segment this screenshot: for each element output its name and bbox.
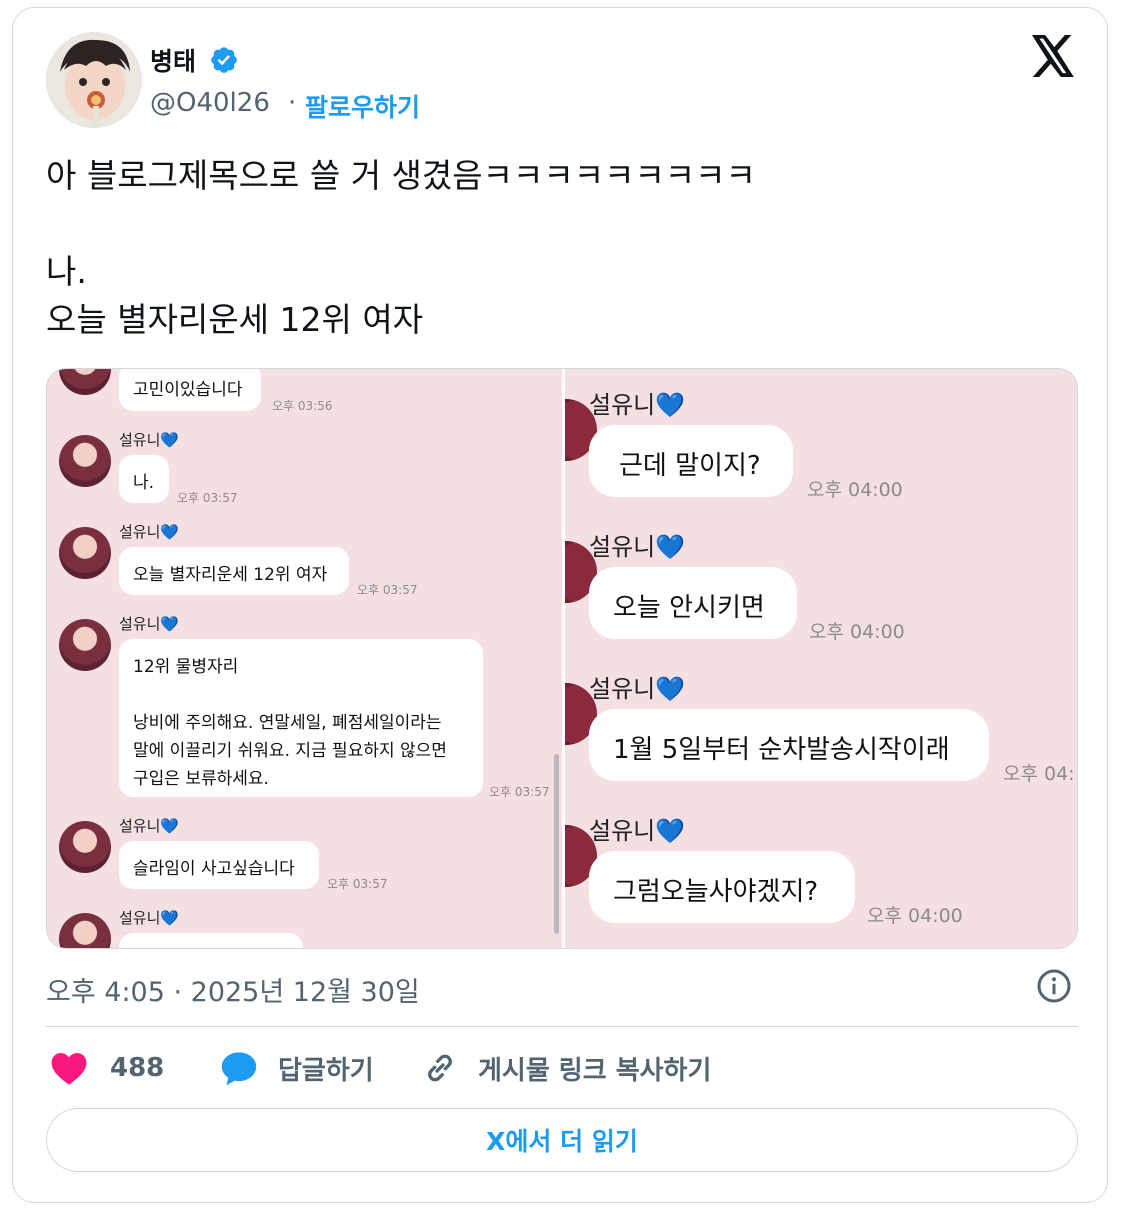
reply-bubble-icon xyxy=(221,1052,257,1086)
chat-avatar xyxy=(59,527,111,579)
chat-sender: 설유니💙 xyxy=(589,675,686,703)
chat-message-text: 말에 이끌리기 쉬워요. 지금 필요하지 않으면 xyxy=(133,741,447,761)
author-handle[interactable]: @O40l26 xyxy=(150,88,270,118)
chat-message-text: 나. xyxy=(133,473,155,493)
chat-time: 오후 03:57 xyxy=(489,785,550,799)
info-icon[interactable] xyxy=(1036,968,1072,1004)
chat-message-text: 그럼오늘사야겠지? xyxy=(613,877,819,907)
chat-time: 오후 04: xyxy=(1003,763,1075,785)
tweet-text: 아 블로그제목으로 쓸 거 생겼음ㅋㅋㅋㅋㅋㅋㅋㅋㅋ 나. 오늘 별자리운세 1… xyxy=(46,156,756,339)
chat-message-text: 1월 5일부터 순차발송시작이래 xyxy=(613,735,950,765)
reply-button[interactable]: 답글하기 xyxy=(220,1048,374,1088)
heart-icon xyxy=(51,1052,87,1085)
chat-sender: 설유니💙 xyxy=(589,533,686,561)
chat-avatar xyxy=(59,369,111,395)
chat-sender: 설유니💙 xyxy=(589,391,686,419)
chat-time: 오후 03:57 xyxy=(177,491,238,505)
divider xyxy=(46,1026,1078,1027)
chat-time: 오후 03:57 xyxy=(327,877,388,891)
chat-screenshot-left: 고민이있습니다 오후 03:56 설유니💙 나. 오후 03:57 설유니💙 오… xyxy=(47,369,562,948)
chat-avatar xyxy=(59,913,111,948)
chat-bubble: 그럼오늘사야겠지? xyxy=(589,851,855,923)
chat-bubble xyxy=(119,933,303,948)
chat-bubble: 슬라임이 사고싶습니다 xyxy=(119,841,319,889)
chat-sender: 설유니💙 xyxy=(119,909,180,927)
chat-avatar xyxy=(59,821,111,873)
chat-bubble: 나. xyxy=(119,455,169,503)
chat-bubble: 1월 5일부터 순차발송시작이래 xyxy=(589,709,989,781)
like-count: 488 xyxy=(110,1053,165,1083)
chat-message-text: 12위 물병자리 xyxy=(133,657,239,677)
tweet-media[interactable]: 고민이있습니다 오후 03:56 설유니💙 나. 오후 03:57 설유니💙 오… xyxy=(46,368,1078,949)
chat-sender: 설유니💙 xyxy=(119,615,180,633)
verified-badge-icon xyxy=(211,47,237,73)
chat-sender: 설유니💙 xyxy=(119,523,180,541)
chat-bubble: 고민이있습니다 xyxy=(119,369,261,411)
chat-time: 오후 04:00 xyxy=(809,621,905,643)
chat-time: 오후 04:00 xyxy=(867,905,963,927)
tweet-timestamp[interactable]: 오후 4:05 · 2025년 12월 30일 xyxy=(46,970,420,1009)
chat-scrollbar xyxy=(554,754,559,934)
chat-bubble: 오늘 안시키면 xyxy=(589,567,797,639)
chat-bubble: 오늘 별자리운세 12위 여자 xyxy=(119,547,349,595)
copy-link-button[interactable]: 게시물 링크 복사하기 xyxy=(422,1048,711,1088)
chat-time: 오후 03:57 xyxy=(357,583,418,597)
x-logo-icon[interactable] xyxy=(1030,35,1076,77)
chat-message-text: 고민이있습니다 xyxy=(133,380,243,400)
chat-bubble: 12위 물병자리 낭비에 주의해요. 연말세일, 폐점세일이라는 말에 이끌리기… xyxy=(119,639,483,797)
chat-message-text: 오늘 별자리운세 12위 여자 xyxy=(133,565,328,585)
chat-message-text: 구입은 보류하세요. xyxy=(133,769,269,789)
chat-message-text: 슬라임이 사고싶습니다 xyxy=(133,859,295,879)
read-more-button[interactable]: X에서 더 읽기 xyxy=(46,1108,1078,1172)
chat-avatar xyxy=(59,435,111,487)
chat-message-text: 낭비에 주의해요. 연말세일, 폐점세일이라는 xyxy=(133,713,442,733)
reply-label: 답글하기 xyxy=(278,1055,374,1086)
author-avatar[interactable] xyxy=(46,32,142,128)
chat-avatar xyxy=(59,619,111,671)
copy-link-label: 게시물 링크 복사하기 xyxy=(478,1055,712,1086)
author-name[interactable]: 병태 xyxy=(150,42,196,78)
handle-separator: · xyxy=(288,88,297,118)
chat-sender: 설유니💙 xyxy=(589,817,686,845)
like-button[interactable]: 488 xyxy=(50,1048,164,1088)
chat-time: 오후 03:56 xyxy=(272,399,333,413)
follow-button[interactable]: 팔로우하기 xyxy=(305,88,420,124)
link-icon xyxy=(428,1054,452,1082)
chat-sender: 설유니💙 xyxy=(119,817,180,835)
chat-bubble: 근데 말이지? xyxy=(589,425,793,497)
chat-message-text: 근데 말이지? xyxy=(619,451,761,481)
chat-sender: 설유니💙 xyxy=(119,431,180,449)
chat-message-text: 오늘 안시키면 xyxy=(613,593,765,623)
chat-time: 오후 04:00 xyxy=(807,479,903,501)
chat-screenshot-right: 설유니💙 근데 말이지? 오후 04:00 설유니💙 오늘 안시키면 오후 04… xyxy=(565,369,1077,948)
